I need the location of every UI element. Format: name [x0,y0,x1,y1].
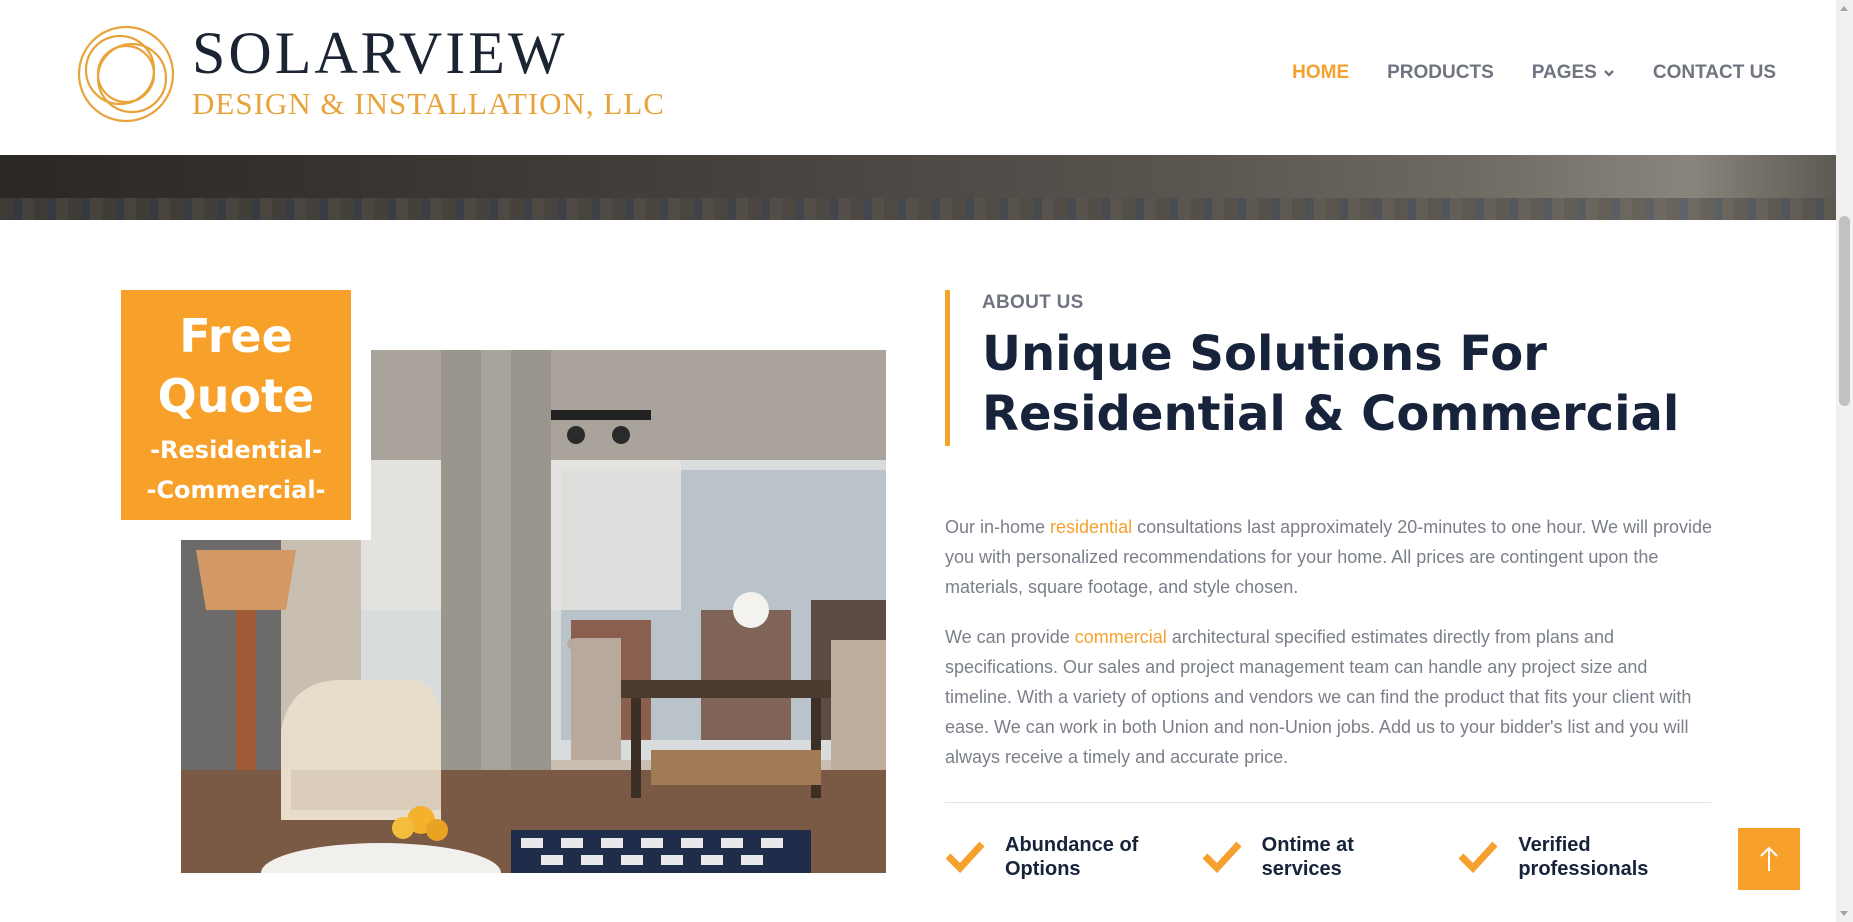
nav-contact-label: CONTACT US [1652,62,1776,83]
p1-text-start: Our in-home [945,517,1051,537]
brand-name: SOLARVIEW [192,20,568,86]
section-headline: Unique Solutions For Residential & Comme… [982,324,1715,446]
nav-pages[interactable]: PAGES [1532,62,1615,84]
quote-line-quote: Quote [157,369,315,423]
feature-item: Verified professionals [1458,833,1715,881]
section-eyebrow: ABOUT US [982,292,1084,313]
feature-item: Abundance of Options [945,833,1202,881]
headline-line-2: Residential & Commercial [982,386,1680,442]
feature-1-line-2: Options [1005,858,1081,880]
nav-home-label: HOME [1292,62,1350,83]
site-header: SOLARVIEW DESIGN & INSTALLATION, LLC HOM… [0,0,1836,155]
quote-line-commercial: -Commercial- [146,476,326,504]
nav-products[interactable]: PRODUCTS [1387,62,1494,84]
feature-list: Abundance of Options Ontime at services Ve… [945,833,1715,881]
quote-badge-frame: Free Quote -Residential- -Commercial- [121,290,371,540]
back-to-top-button[interactable] [1738,828,1800,890]
brand-logo[interactable]: SOLARVIEW DESIGN & INSTALLATION, LLC [76,20,665,124]
commercial-link[interactable]: commercial [1075,627,1167,647]
commercial-paragraph: We can provide commercial architectural … [945,622,1715,772]
feature-1-line-1: Abundance of [1005,834,1139,856]
nav-contact[interactable]: CONTACT US [1653,62,1776,84]
brand-tagline: DESIGN & INSTALLATION, LLC [192,86,665,121]
chevron-down-icon [1604,70,1614,77]
feature-label: Verified professionals [1518,833,1698,881]
arrow-up-icon [1760,846,1778,871]
residential-link[interactable]: residential [1050,517,1132,537]
check-icon [1202,841,1242,873]
p2-text-start: We can provide [945,627,1075,647]
feature-item: Ontime at services [1202,833,1459,881]
quote-line-residential: -Residential- [150,436,322,464]
feature-3-line-2: professionals [1518,858,1649,880]
logo-rings-icon [77,25,175,123]
check-icon [1458,841,1498,873]
free-quote-badge[interactable]: Free Quote -Residential- -Commercial- [121,290,351,520]
feature-2-line-1: Ontime at [1261,834,1354,856]
section-divider [945,802,1711,803]
hero-image-strip [0,155,1836,220]
check-icon [945,841,985,873]
scroll-down-icon[interactable] [1840,911,1848,916]
scrollbar-thumb[interactable] [1839,216,1850,406]
feature-label: Ontime at services [1262,833,1442,881]
nav-home[interactable]: HOME [1292,62,1349,84]
residential-paragraph: Our in-home residential consultations la… [945,512,1715,602]
page-scrollbar[interactable] [1836,0,1853,922]
nav-products-label: PRODUCTS [1387,62,1494,83]
nav-pages-label: PAGES [1531,62,1597,83]
feature-3-line-1: Verified [1518,834,1591,856]
p2-text-end: architectural specified estimates direct… [945,627,1692,767]
feature-label: Abundance of Options [1005,833,1185,881]
about-section: ABOUT US Unique Solutions For Residentia… [945,290,1715,881]
feature-2-line-2: services [1261,858,1342,880]
quote-line-free: Free [179,309,293,363]
main-nav: HOME PRODUCTS PAGES CONTACT US [1292,62,1776,84]
about-title-block: ABOUT US Unique Solutions For Residentia… [945,290,1715,446]
scroll-up-icon[interactable] [1840,6,1848,11]
headline-line-1: Unique Solutions For [982,326,1547,382]
